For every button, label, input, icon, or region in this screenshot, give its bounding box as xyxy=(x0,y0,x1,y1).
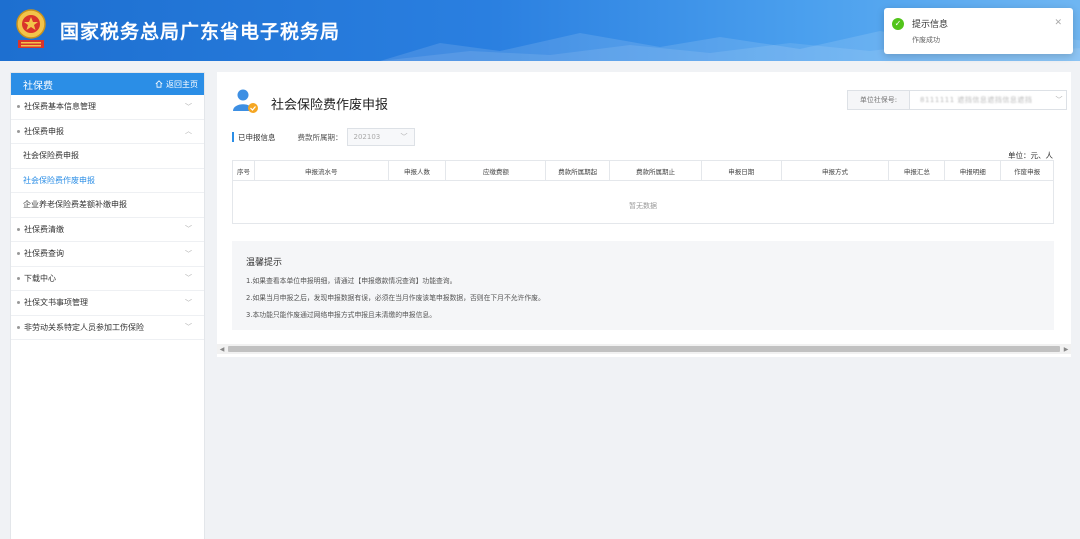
sidebar-item-content: 社保费清缴 xyxy=(17,224,64,235)
chevron-down-icon: ﹀ xyxy=(185,102,192,111)
sidebar-item[interactable]: 非劳动关系特定人员参加工伤保险 ﹀ xyxy=(11,316,204,340)
sidebar-item-label: 社保文书事项管理 xyxy=(24,298,88,308)
tips-line: 1.如果查看本单位申报明细，请通过【申报缴款情况查询】功能查询。 xyxy=(246,277,457,285)
column-header: 申报明细 xyxy=(945,161,1002,180)
sidebar-item-label: 社会保险费作废申报 xyxy=(23,175,95,185)
sidebar-item[interactable]: 社保费申报 ︿ xyxy=(11,120,204,144)
column-header: 费款所属期起 xyxy=(546,161,611,180)
bullet-icon xyxy=(17,227,20,231)
tips-title: 温馨提示 xyxy=(246,258,283,268)
tax-emblem-icon xyxy=(16,9,46,48)
sidebar-header: 社保费 返回主页 xyxy=(11,73,204,95)
column-header: 费款所属期止 xyxy=(610,161,702,180)
chevron-down-icon: ﹀ xyxy=(1055,96,1063,104)
column-header: 申报汇总 xyxy=(889,161,946,180)
table-header: 序号 申报流水号 申报人数 应缴费额 费款所属期起 费款所属期止 申报日期 申报方式 申报汇总申… xyxy=(233,161,1053,181)
column-header: 作废申报 xyxy=(1014,167,1041,176)
sidebar-item-content: 社保费查询 xyxy=(17,248,64,259)
sidebar-item-content: 社保文书事项管理 xyxy=(17,297,88,308)
chevron-down-icon: ﹀ xyxy=(400,133,408,141)
tips-line: 2.如果当月申报之后，发现申报数据有误，必须在当月作废该笔申报数据，否则在下月不… xyxy=(246,294,545,302)
sidebar-item-content: 下载中心 xyxy=(17,273,56,284)
sidebar-item[interactable]: 社保费查询 ﹀ xyxy=(11,242,204,267)
period-select[interactable]: 202103 ﹀ xyxy=(346,128,415,146)
home-link-label: 返回主页 xyxy=(166,79,198,89)
sidebar-item-label: 社保费基本信息管理 xyxy=(24,102,96,112)
sidebar-title: 社保费 xyxy=(23,80,53,92)
home-icon xyxy=(155,80,163,88)
horizontal-scrollbar[interactable]: ◀ ▶ xyxy=(217,344,1071,354)
site-title: 国家税务总局广东省电子税务局 xyxy=(60,21,341,43)
sidebar-item-label: 社保费申报 xyxy=(24,126,64,136)
bullet-icon xyxy=(17,301,20,305)
chevron-down-icon: ﹀ xyxy=(185,323,192,332)
unit-social-security-select[interactable]: 单位社保号: 8111111 遮挡信息遮挡信息遮挡 ﹀ xyxy=(847,90,1067,110)
filter-row: 已申报信息 费款所属期： 202103 ﹀ xyxy=(232,128,415,146)
column-header: 序号 xyxy=(233,161,255,180)
tips-line: 3.本功能只能作废通过网络申报方式申报且未清缴的申报信息。 xyxy=(246,311,436,319)
sidebar-item-label: 社会保险费申报 xyxy=(23,151,79,161)
column-header: 申报方式 xyxy=(782,161,890,180)
main-panel: 社会保险费作废申报 单位社保号: 8111111 遮挡信息遮挡信息遮挡 ﹀ 已申… xyxy=(217,72,1071,357)
declaration-table: 序号 申报流水号 申报人数 应缴费额 费款所属期起 费款所属期止 申报日期 申报方式 申报汇总申… xyxy=(232,160,1054,224)
home-link[interactable]: 返回主页 xyxy=(155,79,198,90)
sidebar-item-content: 非劳动关系特定人员参加工伤保险 xyxy=(17,322,144,333)
sidebar-subitem[interactable]: 社会保险费作废申报 xyxy=(11,169,204,193)
sidebar-subitem[interactable]: 社会保险费申报 xyxy=(11,144,204,169)
sidebar-item[interactable]: 社保费清缴 ﹀ xyxy=(11,218,204,242)
sidebar-item-content: 社保费基本信息管理 xyxy=(17,101,96,112)
sidebar-item[interactable]: 下载中心 ﹀ xyxy=(11,267,204,291)
sidebar-item-content: 社会保险费申报 xyxy=(23,150,79,161)
bullet-icon xyxy=(17,129,20,133)
period-label: 费款所属期： xyxy=(297,132,343,142)
chevron-down-icon: ﹀ xyxy=(185,274,192,283)
sidebar-item-content: 社会保险费作废申报 xyxy=(23,175,95,186)
tips-panel: 温馨提示 1.如果查看本单位申报明细，请通过【申报缴款情况查询】功能查询。 2.… xyxy=(232,241,1054,330)
sidebar-menu: 社保费基本信息管理 ﹀ 社保费申报 ︿ 社会保险费申报社会保险费作废申报企业养老保险费差… xyxy=(11,95,204,340)
sidebar-item[interactable]: 社保费基本信息管理 ﹀ xyxy=(11,95,204,120)
chevron-up-icon: ︿ xyxy=(185,127,192,136)
section-tag: 已申报信息 xyxy=(238,132,276,142)
sidebar-item-content: 社保费申报 xyxy=(17,126,64,137)
column-header: 申报人数 xyxy=(389,161,447,180)
toast-title: 提示信息 xyxy=(912,20,949,30)
user-icon xyxy=(233,89,258,113)
sidebar-item-label: 社保费清缴 xyxy=(24,224,64,234)
bullet-icon xyxy=(17,276,20,280)
sidebar-item-content: 企业养老保险费差额补缴申报 xyxy=(23,199,127,210)
column-header: 应缴费额 xyxy=(446,161,547,180)
empty-state: 暂无数据 xyxy=(629,202,657,210)
page-title: 社会保险费作废申报 xyxy=(271,98,389,113)
sidebar: 社保费 返回主页 社保费基本信息管理 ﹀ 社保费申报 ︿ 社会保险费申报社会保险费作废申… xyxy=(10,72,205,539)
scroll-thumb[interactable] xyxy=(228,346,1060,352)
scroll-right-icon[interactable]: ▶ xyxy=(1061,346,1071,353)
column-header: 申报日期 xyxy=(702,161,782,180)
chevron-down-icon: ﹀ xyxy=(185,225,192,234)
unit-value: 8111111 遮挡信息遮挡信息遮挡 xyxy=(920,96,1033,104)
sidebar-item-label: 非劳动关系特定人员参加工伤保险 xyxy=(24,322,144,332)
toast-notification: ✓ 提示信息 作废成功 ✕ xyxy=(884,8,1073,54)
sidebar-item-label: 下载中心 xyxy=(24,273,56,283)
bullet-icon xyxy=(17,252,20,256)
check-circle-icon: ✓ xyxy=(892,18,904,30)
sidebar-subitem[interactable]: 企业养老保险费差额补缴申报 xyxy=(11,193,204,218)
period-value: 202103 xyxy=(353,133,381,141)
column-header: 申报流水号 xyxy=(255,161,389,180)
sidebar-item-label: 社保费查询 xyxy=(24,249,64,259)
sidebar-item[interactable]: 社保文书事项管理 ﹀ xyxy=(11,291,204,316)
section-marker xyxy=(232,132,234,142)
chevron-down-icon: ﹀ xyxy=(185,249,192,258)
toast-message: 作废成功 xyxy=(912,36,940,44)
unit-label: 单位社保号: xyxy=(848,91,910,109)
scroll-left-icon[interactable]: ◀ xyxy=(217,346,227,353)
chevron-down-icon: ﹀ xyxy=(185,298,192,307)
bullet-icon xyxy=(17,105,20,109)
close-icon[interactable]: ✕ xyxy=(1054,18,1062,28)
bullet-icon xyxy=(17,325,20,329)
sidebar-item-label: 企业养老保险费差额补缴申报 xyxy=(23,200,127,210)
